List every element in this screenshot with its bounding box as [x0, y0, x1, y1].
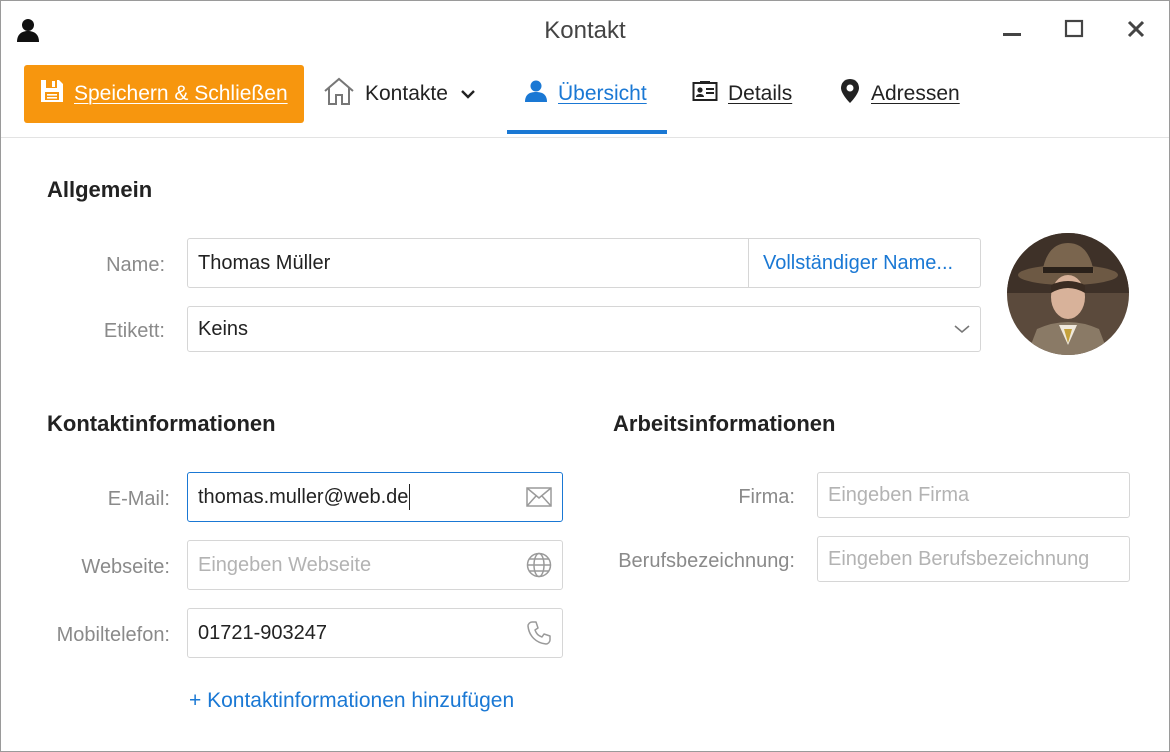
company-label: Firma:	[738, 486, 795, 508]
email-value: thomas.muller@web.de	[198, 485, 409, 508]
map-pin-icon	[839, 78, 871, 110]
mobile-field[interactable]: 01721-903247	[187, 608, 563, 658]
tab-overview-label: Übersicht	[558, 82, 647, 105]
close-button[interactable]	[1113, 11, 1159, 47]
contacts-dropdown[interactable]: Kontakte	[323, 65, 486, 123]
name-value: Thomas Müller	[198, 251, 331, 274]
email-field[interactable]: thomas.muller@web.de	[187, 472, 563, 522]
section-contact-info-title: Kontaktinformationen	[47, 411, 276, 436]
tab-details-label: Details	[728, 82, 793, 105]
tab-overview[interactable]: Übersicht	[524, 65, 647, 123]
active-tab-indicator	[507, 130, 667, 134]
website-label: Webseite:	[81, 556, 170, 578]
company-placeholder: Eingeben Firma	[828, 483, 970, 506]
save-button-label: Speichern & Schließen	[74, 82, 288, 105]
floppy-disk-icon	[38, 77, 74, 111]
section-work-info-title: Arbeitsinformationen	[613, 411, 836, 436]
home-icon	[323, 76, 365, 112]
chevron-down-icon	[460, 88, 486, 100]
maximize-icon	[1064, 19, 1084, 38]
tab-addresses[interactable]: Adressen	[839, 65, 960, 123]
contact-window: Kontakt Speichern & Schließen Kontakte Ü…	[0, 0, 1170, 752]
website-placeholder: Eingeben Webseite	[198, 553, 372, 576]
chevron-down-icon	[954, 324, 970, 334]
tag-select[interactable]: Keins	[187, 306, 981, 352]
avatar[interactable]	[1007, 233, 1129, 355]
title-bar: Kontakt	[1, 1, 1169, 61]
section-general-title: Allgemein	[47, 177, 153, 202]
full-name-button[interactable]: Vollständiger Name...	[763, 239, 953, 287]
close-icon	[1127, 20, 1145, 38]
name-divider	[748, 239, 749, 287]
name-field[interactable]: Thomas Müller Vollständiger Name...	[187, 238, 981, 288]
job-title-placeholder: Eingeben Berufsbezeichnung	[828, 547, 1090, 570]
mobile-value: 01721-903247	[198, 621, 328, 644]
person-icon	[524, 79, 558, 109]
name-label: Name:	[106, 254, 165, 276]
tab-details[interactable]: Details	[692, 65, 792, 123]
contacts-label: Kontakte	[365, 82, 448, 105]
email-label: E-Mail:	[107, 488, 170, 510]
minimize-button[interactable]	[989, 11, 1035, 47]
job-title-field[interactable]: Eingeben Berufsbezeichnung	[817, 536, 1130, 582]
id-card-icon	[692, 80, 728, 108]
company-field[interactable]: Eingeben Firma	[817, 472, 1130, 518]
minimize-icon	[1003, 33, 1021, 36]
text-cursor	[409, 484, 411, 510]
globe-icon	[526, 552, 552, 578]
toolbar: Speichern & Schließen Kontakte Übersicht…	[1, 61, 1169, 138]
add-contact-info-link[interactable]: + Kontaktinformationen hinzufügen	[189, 689, 514, 713]
maximize-button[interactable]	[1051, 11, 1097, 47]
tag-value: Keins	[198, 317, 249, 340]
website-field[interactable]: Eingeben Webseite	[187, 540, 563, 590]
tag-label: Etikett:	[103, 320, 165, 342]
phone-icon	[526, 620, 552, 646]
job-title-label: Berufsbezeichnung:	[618, 550, 795, 572]
envelope-icon	[526, 487, 552, 507]
save-and-close-button[interactable]: Speichern & Schließen	[24, 65, 304, 123]
mobile-label: Mobiltelefon:	[56, 624, 170, 646]
tab-addresses-label: Adressen	[871, 82, 960, 105]
